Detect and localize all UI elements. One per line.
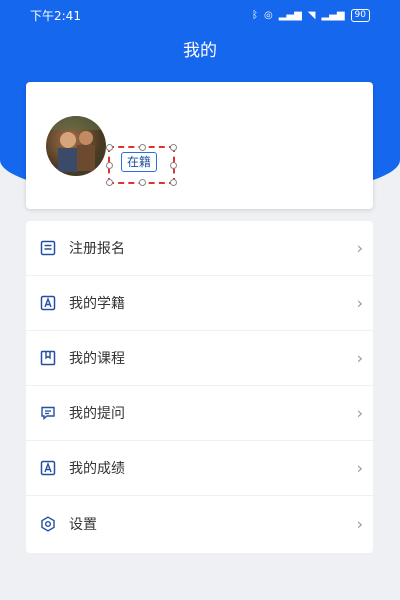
menu-card: 注册报名 › 我的学籍 › 我的课程 › 我的提问 › 我的成绩 › 设置 ›: [26, 221, 373, 553]
avatar[interactable]: [46, 116, 106, 176]
student-id-icon: [39, 294, 57, 312]
menu-item-label: 设置: [69, 516, 97, 533]
chevron-right-icon: ›: [356, 238, 363, 258]
alarm-icon: ◎: [263, 9, 273, 21]
chevron-right-icon: ›: [356, 293, 363, 313]
resize-handle[interactable]: [106, 162, 113, 169]
menu-item-questions[interactable]: 我的提问 ›: [26, 386, 373, 441]
resize-handle[interactable]: [170, 144, 177, 151]
chevron-right-icon: ›: [356, 403, 363, 423]
menu-item-register[interactable]: 注册报名 ›: [26, 221, 373, 276]
status-badge: 在籍: [121, 152, 158, 172]
question-chat-icon: [39, 404, 57, 422]
menu-item-label: 我的提问: [69, 406, 125, 422]
status-icons: ᛒ ◎ ▂▄▆ ◥ ▂▄▆ 90: [251, 8, 370, 22]
form-icon: [39, 239, 57, 257]
chevron-right-icon: ›: [356, 348, 363, 368]
menu-item-student-status[interactable]: 我的学籍 ›: [26, 276, 373, 331]
resize-handle[interactable]: [170, 162, 177, 169]
menu-item-label: 我的课程: [69, 351, 125, 367]
menu-item-settings[interactable]: 设置 ›: [26, 496, 373, 551]
status-bar: 下午2:41 ᛒ ◎ ▂▄▆ ◥ ▂▄▆ 90: [0, 0, 400, 30]
battery-icon: 90: [350, 8, 370, 22]
menu-item-label: 我的成绩: [69, 461, 125, 477]
profile-card: 在籍: [26, 82, 373, 209]
menu-item-label: 我的学籍: [69, 296, 125, 312]
resize-handle[interactable]: [139, 179, 146, 186]
chevron-right-icon: ›: [356, 514, 363, 533]
chevron-right-icon: ›: [356, 458, 363, 478]
grade-icon: [39, 459, 57, 477]
signal-icon: ▂▄▆: [278, 9, 302, 21]
menu-item-grades[interactable]: 我的成绩 ›: [26, 441, 373, 496]
signal-icon: ▂▄▆: [321, 9, 345, 21]
resize-handle[interactable]: [106, 179, 113, 186]
status-time: 下午2:41: [30, 8, 81, 23]
bluetooth-icon: ᛒ: [251, 9, 258, 21]
wifi-icon: ◥: [307, 9, 316, 21]
resize-handle[interactable]: [170, 179, 177, 186]
page-title: 我的: [183, 41, 217, 61]
resize-handle[interactable]: [106, 144, 113, 151]
settings-icon: [39, 515, 57, 533]
course-book-icon: [39, 349, 57, 367]
menu-item-label: 注册报名: [69, 241, 125, 257]
resize-handle[interactable]: [139, 144, 146, 151]
menu-item-courses[interactable]: 我的课程 ›: [26, 331, 373, 386]
